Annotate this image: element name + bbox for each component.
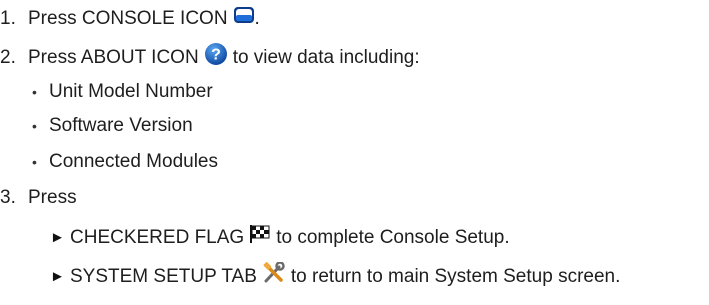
option-text: SYSTEM SETUP TAB [70,265,257,287]
bullet-item: • Connected Modules [32,150,218,174]
step-2-number: 2. [0,46,16,68]
step-2: 2. Press ABOUT ICON ? to view data inclu… [0,42,420,73]
arrow-icon: ► [50,228,65,246]
bullet-glyph: • [32,154,37,170]
step-2-text: Press ABOUT ICON [28,46,199,68]
bullet-text: Unit Model Number [49,81,213,102]
bullet-glyph: • [32,84,37,100]
step-1-number: 1. [0,7,16,29]
step-1: 1. Press CONSOLE ICON . [0,6,260,31]
arrow-icon: ► [50,267,65,285]
step-3-option-checkered-flag: ► CHECKERED FLAG to complete Console Set… [50,224,510,251]
step-1-text: Press CONSOLE ICON [28,7,228,29]
step-1-tail: . [254,7,260,29]
step-3-text: Press [28,187,77,208]
step-2-tail: to view data including: [232,46,420,68]
step-3-number: 3. [0,187,16,208]
option-text: CHECKERED FLAG [70,226,245,248]
about-icon: ? [204,42,228,73]
bullet-item: • Software Version [32,114,193,138]
bullet-item: • Unit Model Number [32,80,213,104]
system-setup-tools-icon [262,261,286,291]
bullet-text: Software Version [49,115,193,136]
option-tail: to return to main System Setup screen. [290,265,621,287]
step-3: 3. Press [0,186,77,210]
option-tail: to complete Console Setup. [276,226,510,248]
checkered-flag-icon [249,224,271,251]
svg-text:?: ? [211,47,221,64]
step-3-option-system-setup: ► SYSTEM SETUP TAB to return to main Sys… [50,261,621,291]
console-icon [233,6,255,31]
bullet-glyph: • [32,118,37,134]
bullet-text: Connected Modules [49,151,218,172]
